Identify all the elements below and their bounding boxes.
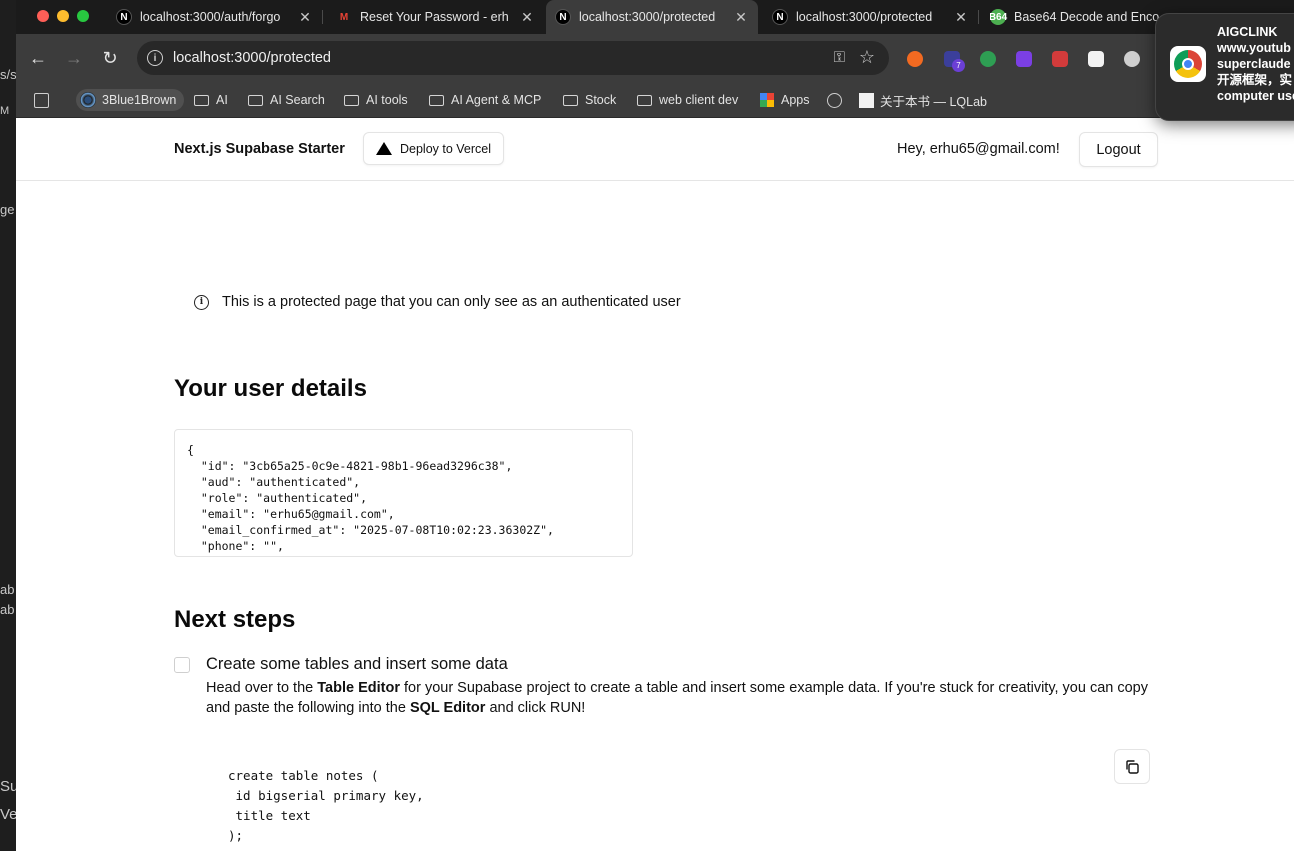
deploy-to-vercel-button[interactable]: Deploy to Vercel [363,132,505,165]
bookmark-web-client-dev[interactable]: web client dev [637,89,738,111]
close-tab-icon[interactable]: ✕ [520,9,534,26]
tab-base64[interactable]: B64 Base64 Decode and Enco [990,4,1160,30]
back-icon[interactable]: ← [28,48,48,68]
logout-button[interactable]: Logout [1079,132,1158,167]
copy-code-button[interactable] [1114,749,1150,784]
notification-text: AIGCLINK www.youtub superclaude 开源框架，实 c… [1217,25,1294,103]
nextjs-icon: N [555,9,571,25]
step-description: Head over to the Table Editor for your S… [206,680,1148,716]
close-tab-icon[interactable]: ✕ [298,9,312,26]
extension-orange-icon[interactable] [907,51,923,67]
chrome-notification[interactable]: AIGCLINK www.youtub superclaude 开源框架，实 c… [1155,13,1294,121]
page-viewport: Next.js Supabase Starter Deploy to Verce… [16,118,1294,851]
folder-icon [194,94,209,106]
user-greeting: Hey, erhu65@gmail.com! [897,141,1060,157]
protected-notice: i This is a protected page that you can … [194,294,681,310]
extension-badge-count: 7 [952,59,965,72]
close-window-button[interactable] [37,10,49,22]
minimize-window-button[interactable] [57,10,69,22]
background-window-strip: s/s M ge ab ab Su Ve [0,0,16,851]
folder-icon [429,94,444,106]
bookmark-stock[interactable]: Stock [563,89,616,111]
step-title: Create some tables and insert some data [206,655,508,673]
extension-purple-icon[interactable] [1016,51,1032,67]
user-details-json[interactable]: { "id": "3cb65a25-0c9e-4821-98b1-96ead32… [174,429,633,557]
bookmark-ai-agent-mcp[interactable]: AI Agent & MCP [429,89,541,111]
extension-red-icon[interactable] [1052,51,1068,67]
close-tab-icon[interactable]: ✕ [734,9,748,26]
maximize-window-button[interactable] [77,10,89,22]
folder-icon [248,94,263,106]
browser-toolbar: ← → ↻ i localhost:3000/protected ⚿ ☆ 7 [0,34,1294,82]
info-icon: i [194,294,209,310]
b64-icon: B64 [990,9,1007,25]
extension-white-icon[interactable] [1088,51,1104,67]
bookmark-3blue1brown[interactable]: 3Blue1Brown [76,89,185,111]
tab-separator [978,10,979,24]
table-editor-label: Table Editor [317,680,400,696]
sql-code-block: create table notes ( id bigserial primar… [228,768,424,843]
tab-gmail-reset[interactable]: M Reset Your Password - erh ✕ [336,4,534,30]
close-tab-icon[interactable]: ✕ [954,9,968,26]
url-text[interactable]: localhost:3000/protected [173,50,331,66]
folder-icon [637,94,652,106]
copy-icon [1126,759,1139,774]
gmail-icon: M [339,11,349,23]
tab-protected[interactable]: N localhost:3000/protected ✕ [772,4,968,30]
bookmark-ai-tools[interactable]: AI tools [344,89,408,111]
tab-strip: N localhost:3000/auth/forgo ✕ M Reset Yo… [0,0,1294,34]
3blue1brown-icon [80,92,96,108]
lqlab-icon [859,92,874,108]
globe-icon[interactable] [827,89,842,111]
bookmark-ai-search[interactable]: AI Search [248,89,325,111]
address-bar[interactable]: i localhost:3000/protected ⚿ ☆ [137,41,889,75]
bookmark-apps[interactable]: Apps [760,89,810,111]
reload-icon[interactable]: ↻ [100,48,120,68]
brand-link[interactable]: Next.js Supabase Starter [174,141,345,157]
extension-green-icon[interactable] [980,51,996,67]
bookmark-star-icon[interactable]: ☆ [859,47,875,68]
user-details-heading: Your user details [174,375,367,402]
forward-icon[interactable]: → [64,48,84,68]
apps-icon [760,93,774,107]
bookmark-lqlab[interactable]: 关于本书 — LQLab [859,89,987,111]
sql-editor-label: SQL Editor [409,700,486,716]
site-header: Next.js Supabase Starter Deploy to Verce… [16,118,1294,181]
folder-icon [344,94,359,106]
bookmark-ai[interactable]: AI [194,89,228,111]
apps-grid-icon[interactable] [34,89,49,111]
vercel-triangle-icon [376,142,392,155]
tab-auth-forgot[interactable]: N localhost:3000/auth/forgo ✕ [114,4,312,30]
chrome-icon [1170,46,1206,82]
extension-gray-icon[interactable] [1124,51,1140,67]
next-steps-heading: Next steps [174,606,296,633]
extension-badge-icon[interactable]: 7 [944,51,965,72]
nextjs-icon: N [772,9,788,25]
step-checkbox[interactable] [174,657,190,673]
bookmarks-bar: 3Blue1Brown AI AI Search AI tools AI Age… [0,82,1294,118]
nextjs-icon: N [116,9,132,25]
tab-protected-active[interactable]: N localhost:3000/protected ✕ [546,0,758,34]
password-key-icon[interactable]: ⚿ [834,49,845,66]
tab-separator [322,10,323,24]
folder-icon [563,94,578,106]
site-info-icon[interactable]: i [147,50,163,66]
